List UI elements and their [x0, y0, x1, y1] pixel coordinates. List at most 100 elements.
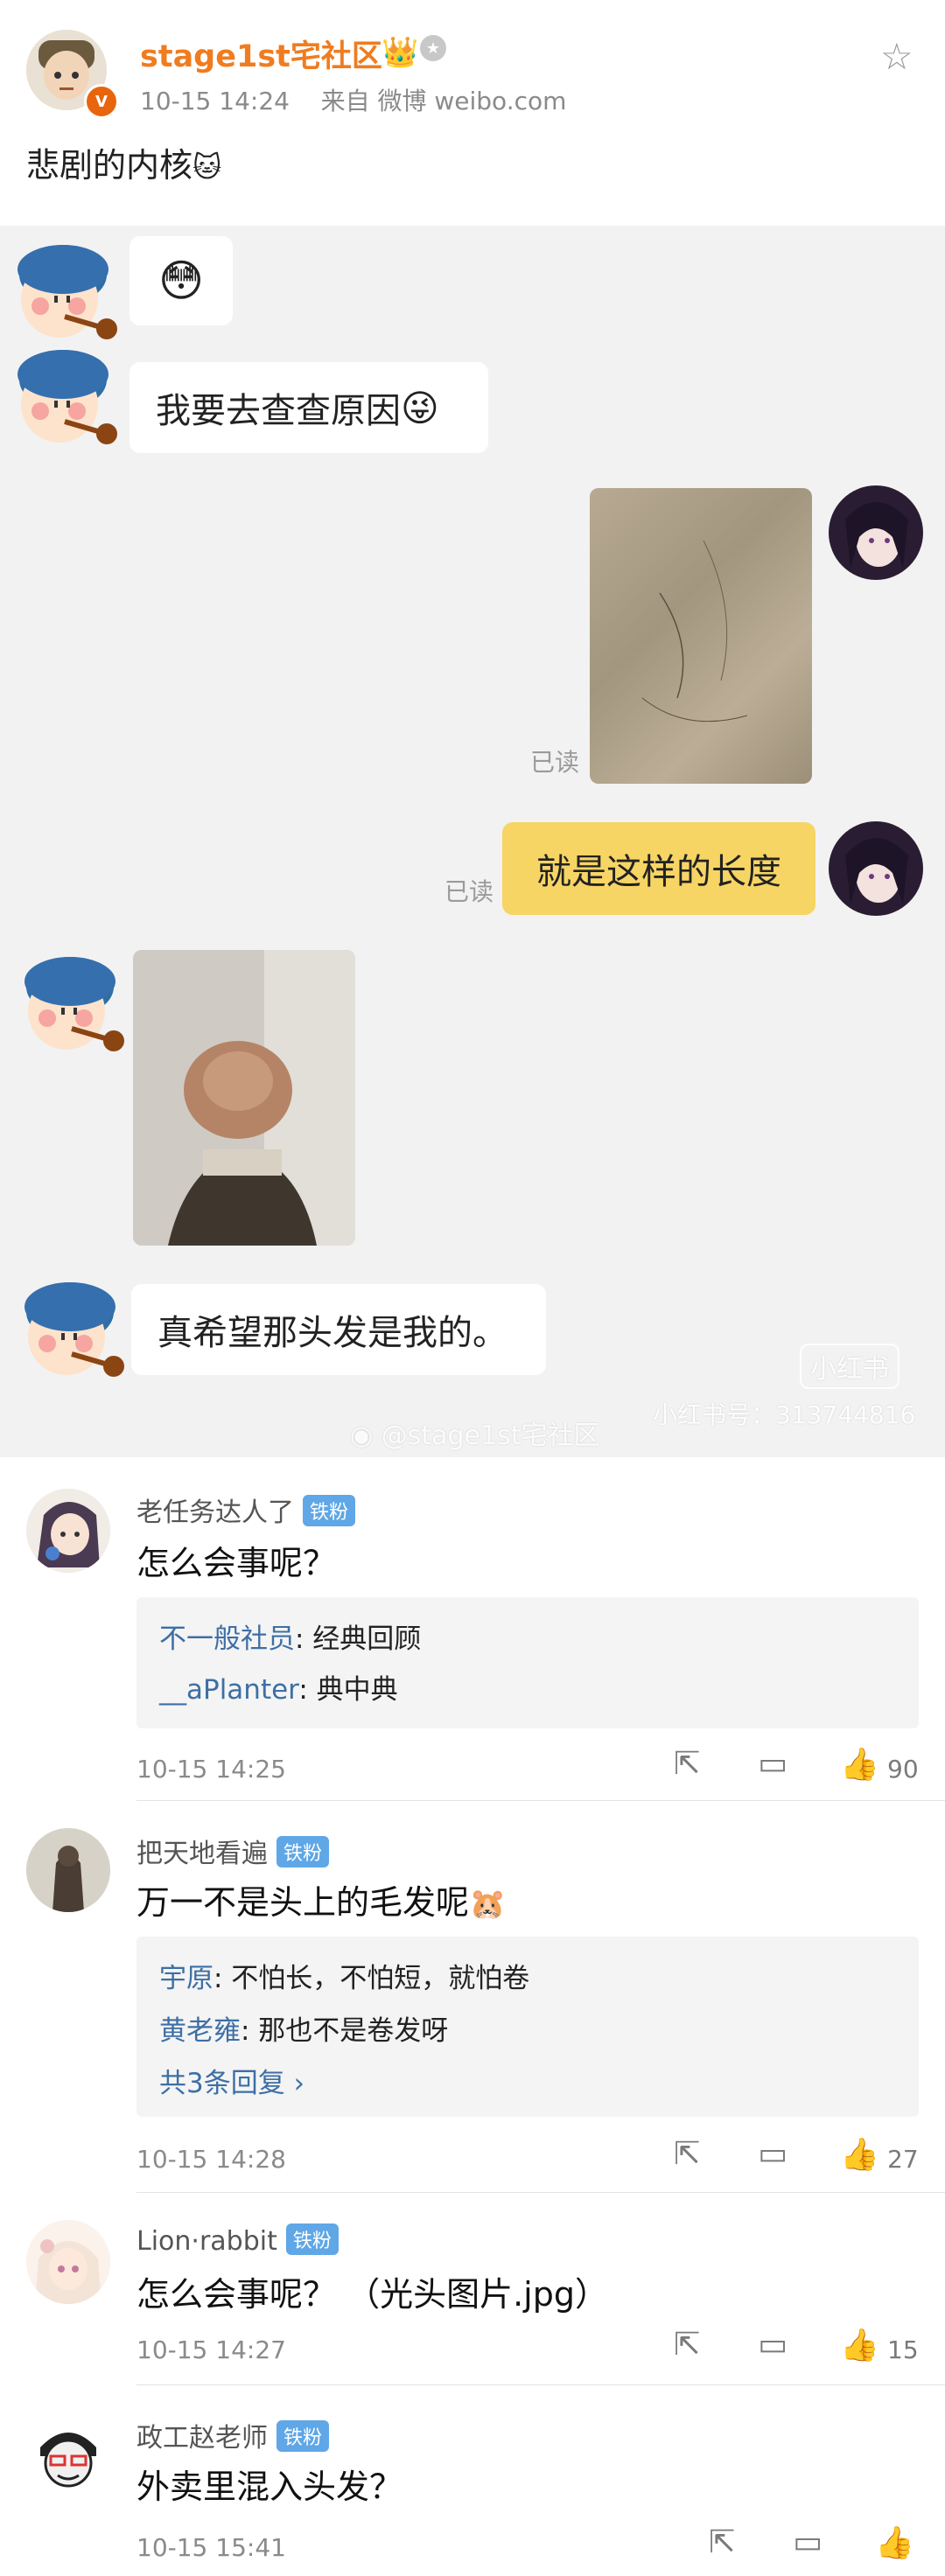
chat-bubble-text: 真希望那头发是我的。	[131, 1284, 546, 1375]
divider	[136, 2192, 945, 2193]
post-text: 悲剧的内核🐱	[26, 138, 221, 186]
chat-avatar-left	[18, 350, 117, 444]
verified-badge-icon: V	[84, 84, 119, 119]
comment-time: 10-15 14:27	[136, 2335, 286, 2364]
commenter-avatar[interactable]	[26, 1489, 110, 1573]
like-icon[interactable]: 👍	[840, 2327, 879, 2363]
fan-badge: 铁粉	[303, 1495, 356, 1526]
comment-text: 万一不是头上的毛发呢🐹	[136, 1875, 506, 1923]
like-icon[interactable]: 👍	[840, 1746, 879, 1783]
post-image[interactable]: 😳 我要去查查原因 😜 已读 就是这样的长度 已读 真希望那头发是我的。 小红书…	[0, 226, 945, 1457]
comment-text: 外卖里混入头发？	[136, 2468, 403, 2506]
chat-bubble-emoji: 😳	[130, 236, 233, 325]
comment-icon[interactable]: ▭	[758, 1746, 788, 1782]
like-count: 15	[887, 2335, 919, 2364]
post-header: V stage1st宅社区 👑 ★ 10-15 14:24 来自 微博 weib…	[0, 0, 945, 227]
comment-item: 政工赵老师 铁粉 外卖里混入头发？ 10-15 15:41 ⇱ ▭ 👍	[0, 2395, 945, 2576]
weibo-logo-icon: ◉	[350, 1421, 382, 1451]
hamster-emoji-icon: 🐹	[469, 1887, 507, 1922]
commenter-avatar[interactable]	[26, 1828, 110, 1912]
chat-avatar-left	[24, 1282, 124, 1377]
chat-image-fabric	[590, 488, 812, 784]
reply-username[interactable]: 黄老雍	[159, 2015, 241, 2047]
reply-text: : 经典回顾	[295, 1623, 422, 1655]
xiaohongshu-id-watermark: 小红书号：313744816	[653, 1400, 916, 1429]
commenter-username[interactable]: 把天地看遍	[136, 1839, 268, 1869]
comment-icon[interactable]: ▭	[758, 2136, 788, 2172]
reply-text: : 典中典	[298, 1674, 398, 1706]
star-icon[interactable]: ☆	[880, 35, 914, 78]
post-meta: 10-15 14:24 来自 微博 weibo.com	[140, 82, 566, 117]
commenter-name[interactable]: 政工赵老师 铁粉	[136, 2416, 330, 2454]
chat-message: 真希望那头发是我的。	[158, 1313, 508, 1353]
comment-text: 怎么会事呢？ （光头图片.jpg）	[136, 2275, 608, 2314]
cat-emoji-icon: 🐱	[192, 150, 222, 184]
like-icon[interactable]: 👍	[875, 2524, 914, 2561]
chat-avatar-left	[24, 957, 124, 1051]
fan-badge: 铁粉	[276, 1836, 330, 1867]
reply-text: : 不怕长，不怕短，就怕卷	[214, 1963, 530, 1994]
author-name[interactable]: stage1st宅社区	[140, 31, 382, 76]
xiaohongshu-watermark: 小红书	[800, 1344, 900, 1389]
winking-face-emoji-icon: 😜	[401, 386, 439, 429]
reply-line[interactable]: 黄老雍: 那也不是卷发呀	[159, 2008, 448, 2048]
share-icon[interactable]: ⇱	[674, 1746, 700, 1782]
medal-badge-icon: ★	[420, 35, 446, 61]
share-icon[interactable]: ⇱	[709, 2524, 735, 2560]
commenter-name[interactable]: 老任务达人了 铁粉	[136, 1490, 356, 1529]
reply-line[interactable]: __aPlanter: 典中典	[159, 1667, 398, 1707]
flushed-face-emoji-icon: 😳	[158, 255, 205, 306]
chat-message: 我要去查查原因	[156, 391, 401, 431]
chat-avatar-left	[18, 245, 117, 339]
like-count: 27	[887, 2145, 919, 2174]
commenter-avatar[interactable]	[26, 2220, 110, 2304]
comment-time: 10-15 14:25	[136, 1755, 286, 1784]
share-icon[interactable]: ⇱	[674, 2327, 700, 2363]
comment-time: 10-15 15:41	[136, 2533, 286, 2562]
comment-time: 10-15 14:28	[136, 2145, 286, 2174]
comment-icon[interactable]: ▭	[793, 2524, 822, 2560]
post-source: 来自 微博 weibo.com	[320, 87, 567, 115]
commenter-username[interactable]: 老任务达人了	[136, 1497, 294, 1528]
divider	[136, 2384, 945, 2385]
post-time: 10-15 14:24	[140, 87, 290, 115]
comment-text: 怎么会事呢？	[136, 1544, 337, 1582]
reply-line[interactable]: 不一般社员: 经典回顾	[159, 1616, 421, 1656]
fan-badge: 铁粉	[285, 2223, 339, 2255]
comment-icon[interactable]: ▭	[758, 2327, 788, 2363]
reply-box[interactable]: 宇原: 不怕长，不怕短，就怕卷 黄老雍: 那也不是卷发呀 共3条回复 ›	[136, 1937, 919, 2117]
comment-item: 老任务达人了 铁粉 怎么会事呢？ 不一般社员: 经典回顾 __aPlanter: …	[0, 1478, 945, 1802]
chat-bubble-yellow: 就是这样的长度	[502, 822, 816, 915]
chat-avatar-right	[829, 485, 923, 580]
reply-text: : 那也不是卷发呀	[241, 2015, 449, 2047]
comment-text-content: 万一不是头上的毛发呢	[136, 1883, 470, 1922]
chat-bubble-text: 我要去查查原因 😜	[130, 362, 488, 453]
fan-badge: 铁粉	[276, 2420, 330, 2452]
post-text-content: 悲剧的内核	[26, 146, 193, 185]
commenter-name[interactable]: Lion·rabbit 铁粉	[136, 2223, 339, 2257]
reply-box[interactable]: 不一般社员: 经典回顾 __aPlanter: 典中典	[136, 1597, 919, 1728]
reply-username[interactable]: __aPlanter	[159, 1674, 298, 1706]
comment-item: Lion·rabbit 铁粉 怎么会事呢？ （光头图片.jpg） 10-15 14…	[0, 2203, 945, 2386]
like-count: 90	[887, 1755, 919, 1784]
commenter-username[interactable]: Lion·rabbit	[136, 2226, 277, 2257]
divider	[136, 1800, 945, 1801]
commenter-username[interactable]: 政工赵老师	[136, 2423, 268, 2454]
more-replies-link[interactable]: 共3条回复 ›	[159, 2061, 304, 2100]
chat-message: 就是这样的长度	[536, 852, 781, 892]
commenter-name[interactable]: 把天地看遍 铁粉	[136, 1832, 330, 1870]
chat-avatar-right	[829, 821, 923, 916]
read-status: 已读	[444, 877, 494, 906]
reply-username[interactable]: 宇原	[159, 1963, 214, 1994]
reply-username[interactable]: 不一般社员	[159, 1623, 295, 1655]
weibo-watermark-text: @stage1st宅社区	[381, 1421, 600, 1451]
share-icon[interactable]: ⇱	[674, 2136, 700, 2172]
read-status: 已读	[530, 748, 580, 777]
chat-image-photo	[133, 950, 355, 1246]
reply-line[interactable]: 宇原: 不怕长，不怕短，就怕卷	[159, 1956, 529, 1995]
crown-badge-icon: 👑	[382, 35, 419, 70]
comment-item: 把天地看遍 铁粉 万一不是头上的毛发呢🐹 宇原: 不怕长，不怕短，就怕卷 黄老雍:…	[0, 1811, 945, 2193]
commenter-avatar[interactable]	[26, 2412, 110, 2496]
weibo-watermark: ◉ @stage1st宅社区	[350, 1414, 599, 1452]
like-icon[interactable]: 👍	[840, 2136, 879, 2173]
